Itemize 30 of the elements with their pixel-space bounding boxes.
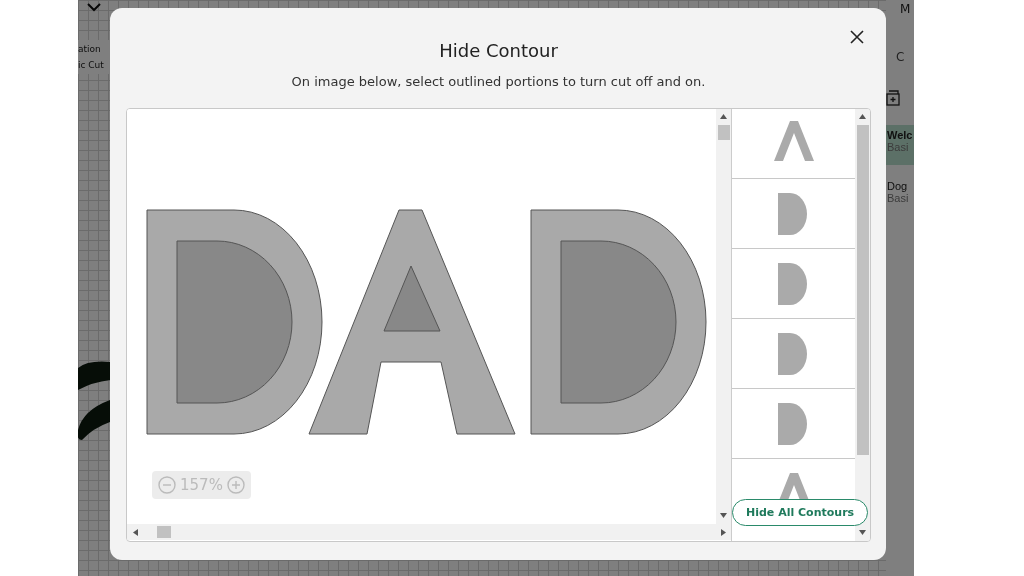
project-subtitle: Basi bbox=[887, 192, 910, 204]
close-button[interactable] bbox=[850, 30, 864, 44]
scroll-down-icon[interactable] bbox=[720, 513, 727, 518]
letter-shape[interactable] bbox=[308, 209, 516, 435]
scrollbar-thumb[interactable] bbox=[856, 125, 869, 455]
layer-item[interactable]: ic Cut bbox=[78, 56, 110, 74]
caret-icon[interactable] bbox=[86, 2, 102, 12]
panel-tab[interactable]: C bbox=[896, 50, 905, 64]
zoom-out-icon[interactable] bbox=[158, 476, 176, 494]
header-label[interactable]: M bbox=[900, 2, 911, 16]
letter-shape[interactable] bbox=[530, 209, 707, 435]
dialog-title: Hide Contour bbox=[439, 40, 558, 61]
instructions-text: On image below, select outlined portions to turn cut off and on. bbox=[291, 74, 706, 89]
scroll-down-icon[interactable] bbox=[859, 530, 866, 535]
scroll-up-icon[interactable] bbox=[859, 114, 866, 119]
project-title: Dog bbox=[887, 180, 909, 192]
scrollbar[interactable] bbox=[855, 109, 870, 541]
project-item[interactable]: Dog Basi bbox=[886, 176, 914, 216]
add-layer-icon[interactable] bbox=[886, 90, 900, 106]
hide-all-contours-button[interactable]: Hide All Contours bbox=[732, 499, 869, 526]
scroll-up-icon[interactable] bbox=[720, 114, 727, 119]
scroll-left-icon[interactable] bbox=[133, 528, 138, 536]
scrollbar[interactable] bbox=[127, 524, 731, 540]
zoom-in-icon[interactable] bbox=[226, 476, 245, 494]
scroll-right-icon[interactable] bbox=[721, 528, 726, 536]
scrollbar[interactable] bbox=[716, 109, 731, 524]
project-title: Welc bbox=[887, 129, 914, 141]
scrollbar-thumb[interactable] bbox=[717, 125, 730, 140]
letter-shape[interactable] bbox=[146, 209, 323, 435]
scrollbar-thumb[interactable] bbox=[157, 526, 171, 538]
